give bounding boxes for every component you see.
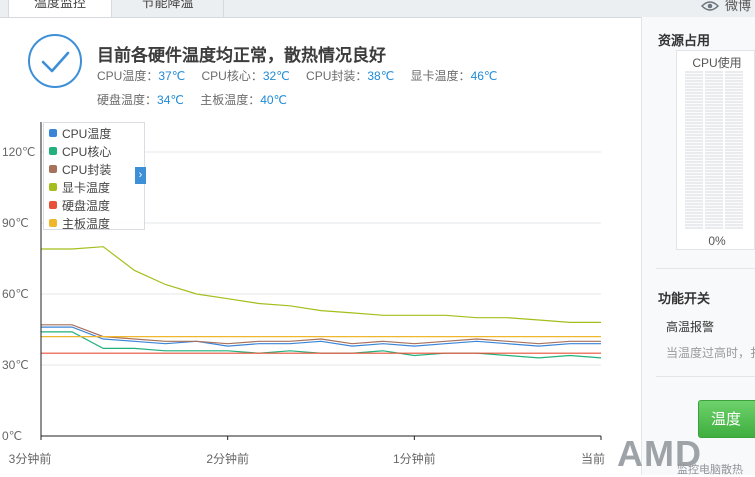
weibo-link[interactable]: 微博 xyxy=(700,0,755,17)
right-panel: 资源占用 CPU使用 0% 功能开关 高温报警 当温度过高时，扌 温度 xyxy=(642,17,755,475)
legend-label: 显卡温度 xyxy=(62,180,111,195)
x-axis-ticks: 3分钟前 2分钟前 1分钟前 当前 xyxy=(9,436,605,466)
cpu-meter-column xyxy=(725,71,743,229)
chart-lines xyxy=(41,246,602,359)
cpu-meter-column xyxy=(685,71,703,229)
legend-item[interactable]: 硬盘温度 xyxy=(49,197,110,213)
series-line-显卡温度 xyxy=(41,246,601,323)
amd-watermark: AMD 监控电脑散热 xyxy=(617,433,755,476)
legend-label: CPU温度 xyxy=(62,126,112,141)
legend-item[interactable]: CPU核心 xyxy=(49,143,111,159)
legend-item[interactable]: 主板温度 xyxy=(49,215,110,231)
y-tick-label: 0℃ xyxy=(2,429,22,443)
section-separator xyxy=(656,376,755,377)
function-switch-title: 功能开关 xyxy=(658,291,711,306)
legend-label: 主板温度 xyxy=(62,216,111,231)
y-tick-label: 60℃ xyxy=(2,287,29,301)
legend-item[interactable]: CPU温度 xyxy=(49,125,111,141)
legend-label: 硬盘温度 xyxy=(62,198,111,213)
chart-legend: CPU温度 CPU核心 CPU封装显卡温度硬盘温度主板温度 xyxy=(43,122,145,231)
x-tick-label: 3分钟前 xyxy=(9,451,52,466)
y-axis-ticks: 120℃ 90℃ 60℃ 30℃ 0℃ xyxy=(2,145,36,443)
y-tick-label: 30℃ xyxy=(2,358,29,372)
legend-swatch xyxy=(49,219,57,227)
legend-item[interactable]: CPU封装 xyxy=(49,161,111,177)
cpu-meter-column xyxy=(705,71,723,229)
legend-swatch xyxy=(49,147,57,155)
eye-icon xyxy=(700,0,719,11)
high-temp-alarm-label[interactable]: 高温报警 xyxy=(666,318,714,335)
cpu-usage-caption: CPU使用 xyxy=(692,56,742,70)
weibo-label: 微博 xyxy=(724,0,751,13)
y-tick-label: 90℃ xyxy=(2,216,29,230)
cpu-usage-meter xyxy=(685,71,743,229)
x-tick-label: 2分钟前 xyxy=(206,451,249,466)
legend-swatch xyxy=(49,165,57,173)
legend-label: CPU封装 xyxy=(62,162,112,177)
legend-swatch xyxy=(49,183,57,191)
temperature-chart: 120℃ 90℃ 60℃ 30℃ 0℃ 3分钟前 2分钟前 1分钟前 当前 xyxy=(2,122,605,466)
legend-item[interactable]: 显卡温度 xyxy=(49,179,110,195)
section-separator xyxy=(656,268,755,269)
legend-swatch xyxy=(49,201,57,209)
legend-collapse-button[interactable]: › xyxy=(135,167,146,184)
x-tick-label: 1分钟前 xyxy=(393,451,436,466)
cpu-usage-box: CPU使用 0% xyxy=(676,50,755,250)
legend-label: CPU核心 xyxy=(62,144,112,159)
high-temp-alarm-description: 当温度过高时，扌 xyxy=(666,346,755,360)
legend-swatch xyxy=(49,129,57,137)
y-tick-label: 120℃ xyxy=(2,145,36,159)
cpu-usage-percent: 0% xyxy=(708,234,726,248)
x-tick-label: 当前 xyxy=(581,451,605,466)
resource-usage-title: 资源占用 xyxy=(658,33,711,48)
